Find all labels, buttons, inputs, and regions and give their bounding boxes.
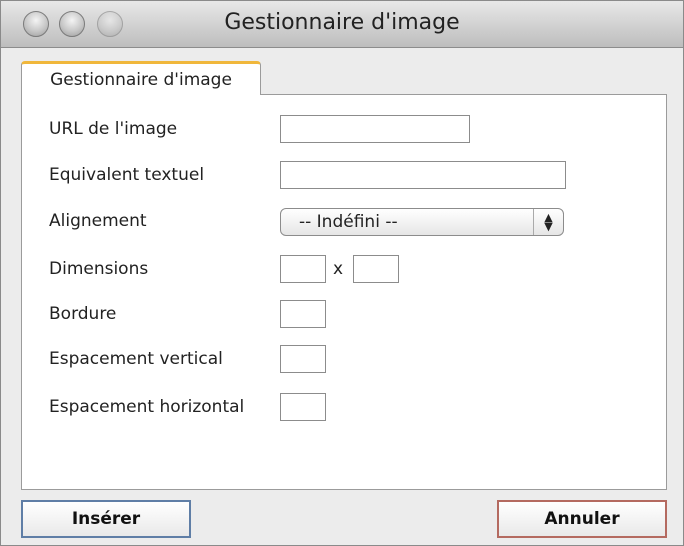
- cancel-button[interactable]: Annuler: [497, 500, 667, 538]
- width-input[interactable]: [280, 255, 326, 283]
- dimensions-label: Dimensions: [49, 259, 149, 279]
- vertical-spacing-input[interactable]: [280, 345, 326, 373]
- alignment-label: Alignement: [49, 211, 147, 231]
- tab-panel: [21, 94, 667, 490]
- alt-text-label: Equivalent textuel: [49, 165, 205, 185]
- alt-text-input[interactable]: [280, 161, 566, 189]
- border-label: Bordure: [49, 304, 117, 324]
- tab-image-manager[interactable]: Gestionnaire d'image: [21, 61, 261, 95]
- window-title: Gestionnaire d'image: [224, 10, 460, 35]
- select-arrows-icon: ▲ ▼: [533, 209, 563, 235]
- url-label: URL de l'image: [49, 119, 178, 139]
- insert-button[interactable]: Insérer: [21, 500, 191, 538]
- vertical-spacing-label: Espacement vertical: [49, 349, 223, 369]
- alignment-select[interactable]: -- Indéfini -- ▲ ▼: [280, 208, 564, 236]
- tab-label: Gestionnaire d'image: [50, 70, 232, 90]
- url-input[interactable]: [280, 115, 470, 143]
- height-input[interactable]: [353, 255, 399, 283]
- horizontal-spacing-label: Espacement horizontal: [49, 397, 245, 417]
- border-input[interactable]: [280, 300, 326, 328]
- dimensions-separator: x: [333, 259, 344, 279]
- horizontal-spacing-input[interactable]: [280, 393, 326, 421]
- title-bar[interactable]: Gestionnaire d'image: [1, 1, 683, 48]
- alignment-selected-value: -- Indéfini --: [299, 212, 398, 232]
- image-manager-window: Gestionnaire d'image Gestionnaire d'imag…: [0, 0, 684, 546]
